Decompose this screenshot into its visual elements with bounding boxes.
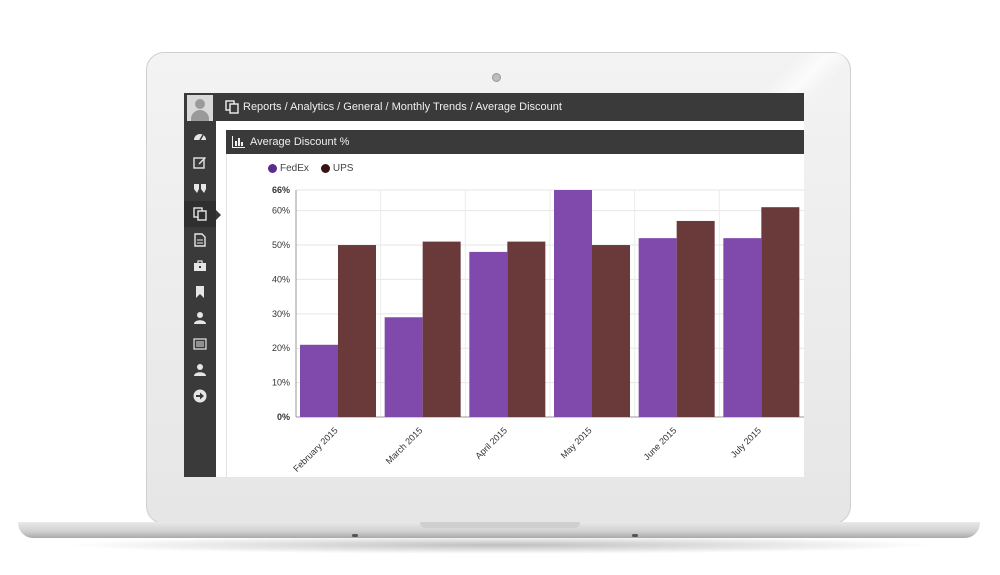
bar-ups-0: [338, 245, 376, 417]
bar-ups-2: [507, 241, 546, 417]
y-tick-label: 66%: [272, 185, 290, 195]
dashboard-icon: [194, 134, 206, 141]
quote-icon: [194, 184, 206, 193]
user-icon: [194, 364, 206, 376]
y-tick-label: 10%: [272, 378, 290, 388]
sidebar-item-next[interactable]: [184, 383, 216, 409]
bar-fedex-4: [638, 238, 677, 417]
document-icon: [194, 233, 206, 247]
legend-swatch: [320, 164, 330, 173]
bar-ups-1: [422, 241, 461, 417]
sidebar-item-list[interactable]: [184, 331, 216, 357]
bar-fedex-3: [554, 190, 592, 417]
x-tick-label: May 2015: [559, 425, 594, 460]
sidebar-item-quotes[interactable]: [184, 175, 216, 201]
laptop-shadow: [60, 536, 940, 554]
x-tick-label: July 2015: [729, 425, 763, 459]
sidebar: [184, 93, 216, 477]
laptop-foot: [352, 534, 358, 537]
bar-chart: 0% 10% 20% 30% 40% 50% 60% 66% February 2015 Marc…: [272, 185, 804, 474]
legend-item-fedex[interactable]: FedEx: [268, 163, 309, 174]
copy-icon: [225, 100, 239, 114]
legend-item-ups[interactable]: UPS: [320, 163, 354, 174]
webcam-icon: [492, 73, 501, 82]
sidebar-item-edit[interactable]: [184, 149, 216, 175]
legend-label: UPS: [332, 163, 354, 174]
avatar[interactable]: [187, 95, 213, 121]
y-tick-label: 0%: [277, 412, 290, 422]
x-tick-label: February 2015: [291, 425, 339, 473]
panel-title: Average Discount %: [250, 136, 350, 148]
y-tick-label: 20%: [272, 343, 290, 353]
y-tick-label: 30%: [272, 309, 290, 319]
laptop-notch: [420, 522, 580, 528]
bookmark-icon: [196, 286, 204, 298]
x-tick-label: April 2015: [473, 425, 509, 461]
bar-ups-3: [592, 245, 630, 417]
sidebar-item-briefcase[interactable]: [184, 253, 216, 279]
list-icon: [193, 338, 207, 350]
active-indicator: [216, 210, 221, 220]
sidebar-item-user[interactable]: [184, 305, 216, 331]
bar-fedex-0: [300, 344, 338, 417]
breadcrumb-text[interactable]: Reports / Analytics / General / Monthly …: [243, 101, 562, 113]
sidebar-item-account[interactable]: [184, 357, 216, 383]
x-tick-label: March 2015: [384, 425, 425, 466]
legend-swatch: [268, 164, 277, 173]
sidebar-item-dashboard[interactable]: [184, 123, 216, 149]
panel-header: Average Discount %: [226, 130, 804, 154]
bar-chart-icon: [232, 136, 245, 148]
briefcase-icon: [194, 260, 206, 271]
edit-icon: [193, 157, 206, 169]
copy-icon: [193, 207, 207, 221]
y-tick-label: 60%: [272, 206, 290, 216]
chart-legend: FedEx UPS: [268, 163, 365, 174]
screen: Reports / Analytics / General / Monthly …: [184, 93, 804, 477]
bar-ups-4: [676, 220, 715, 417]
sidebar-item-document[interactable]: [184, 227, 216, 253]
user-icon: [194, 312, 206, 324]
arrow-right-icon: [193, 389, 207, 403]
bar-ups-5: [761, 207, 800, 417]
bar-fedex-2: [469, 251, 508, 417]
sidebar-item-bookmark[interactable]: [184, 279, 216, 305]
sidebar-item-reports[interactable]: [184, 201, 216, 227]
bar-fedex-5: [723, 238, 762, 417]
laptop-foot: [632, 534, 638, 537]
bar-fedex-1: [384, 317, 423, 417]
y-tick-label: 50%: [272, 240, 290, 250]
breadcrumb: Reports / Analytics / General / Monthly …: [216, 93, 804, 121]
legend-label: FedEx: [280, 163, 309, 174]
y-tick-label: 40%: [272, 274, 290, 284]
x-tick-label: June 2015: [642, 425, 679, 462]
